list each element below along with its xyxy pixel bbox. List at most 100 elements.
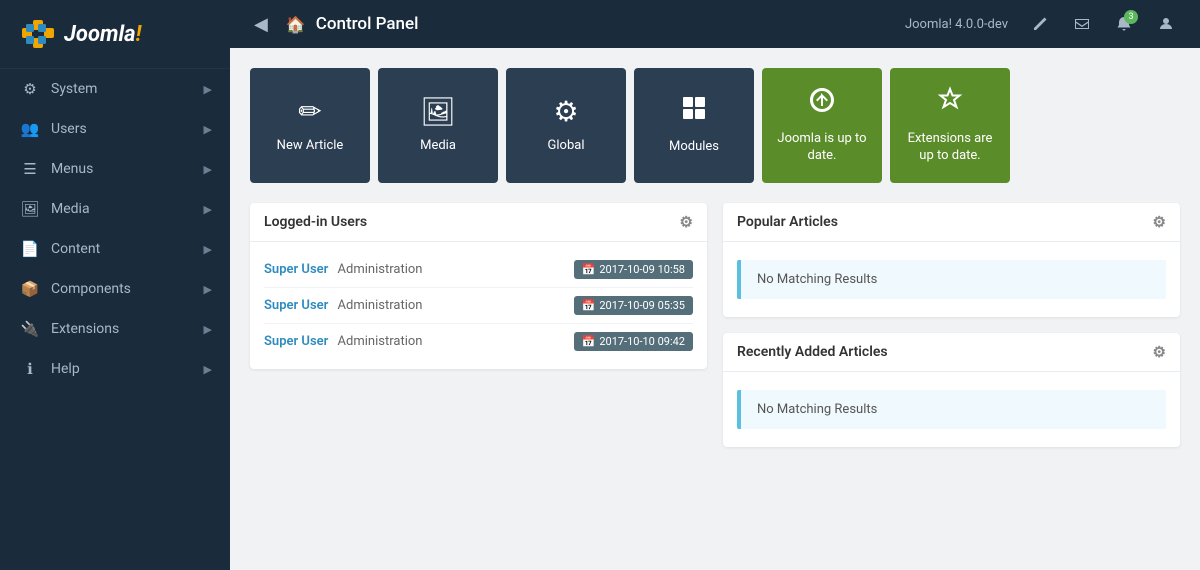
joomla-logo-text: Joomla!: [64, 22, 141, 47]
help-icon: ℹ: [21, 360, 39, 378]
version-label: Joomla! 4.0.0-dev: [905, 17, 1008, 32]
joomla-logo-icon: [16, 14, 56, 54]
chevron-right-icon: ▶: [204, 283, 212, 296]
calendar-icon: 📅: [582, 335, 596, 348]
user-name-1[interactable]: Super User: [264, 298, 328, 313]
logged-in-users-gear[interactable]: ⚙: [680, 213, 693, 231]
user-name-2[interactable]: Super User: [264, 334, 328, 349]
chevron-right-icon: ▶: [204, 163, 212, 176]
media-tile-label: Media: [420, 138, 456, 155]
topbar-right: Joomla! 4.0.0-dev 3: [905, 6, 1184, 42]
panels-row: Logged-in Users ⚙ Super User Administrat…: [250, 203, 1180, 463]
chevron-right-icon: ▶: [204, 83, 212, 96]
quick-links: ✏ New Article 🖼 Media ⚙ Global Modules: [250, 68, 1180, 183]
sidebar-item-extensions[interactable]: 🔌 Extensions ▶: [0, 309, 230, 349]
popular-articles-title: Popular Articles: [737, 214, 838, 230]
sidebar-item-components[interactable]: 📦 Components ▶: [0, 269, 230, 309]
calendar-icon: 📅: [582, 299, 596, 312]
system-icon: ⚙: [21, 80, 39, 98]
recently-added-header: Recently Added Articles ⚙: [723, 333, 1180, 372]
user-icon-button[interactable]: [1148, 6, 1184, 42]
menus-icon: ☰: [21, 160, 39, 178]
home-icon: 🏠: [286, 15, 306, 34]
user-row: Super User Administration 📅 2017-10-09 0…: [264, 288, 693, 324]
new-article-label: New Article: [277, 138, 344, 155]
user-timestamp-1: 📅 2017-10-09 05:35: [574, 296, 693, 315]
user-role-0: Administration: [338, 262, 423, 277]
envelope-icon: [1074, 16, 1090, 32]
sidebar-item-help[interactable]: ℹ Help ▶: [0, 349, 230, 389]
logged-in-users-panel: Logged-in Users ⚙ Super User Administrat…: [250, 203, 707, 463]
logged-in-users-card: Logged-in Users ⚙ Super User Administrat…: [250, 203, 707, 369]
extensions-update-label: Extensions are up to date.: [904, 131, 996, 165]
sidebar: Joomla! ⚙ System ▶ 👥 Users ▶ ☰ Menus ▶: [0, 0, 230, 570]
email-icon-button[interactable]: [1064, 6, 1100, 42]
recently-added-empty: No Matching Results: [737, 390, 1166, 429]
users-icon: 👥: [21, 120, 39, 138]
recently-added-gear[interactable]: ⚙: [1153, 343, 1166, 361]
sidebar-logo: Joomla!: [0, 0, 230, 69]
joomla-update-label: Joomla is up to date.: [776, 131, 868, 165]
logged-in-users-body: Super User Administration 📅 2017-10-09 1…: [250, 242, 707, 369]
notifications-button[interactable]: 3: [1106, 6, 1142, 42]
media-tile-icon: 🖼: [420, 95, 456, 128]
media-tile[interactable]: 🖼 Media: [378, 68, 498, 183]
sidebar-item-media[interactable]: 🖼 Media ▶: [0, 189, 230, 229]
notification-badge: 3: [1124, 10, 1138, 24]
user-row: Super User Administration 📅 2017-10-09 1…: [264, 252, 693, 288]
sidebar-item-content[interactable]: 📄 Content ▶: [0, 229, 230, 269]
components-icon: 📦: [21, 280, 39, 298]
popular-articles-gear[interactable]: ⚙: [1153, 213, 1166, 231]
popular-articles-panel: Popular Articles ⚙ No Matching Results: [723, 203, 1180, 317]
logged-in-users-title: Logged-in Users: [264, 214, 367, 230]
logged-in-users-header: Logged-in Users ⚙: [250, 203, 707, 242]
back-button[interactable]: ◀: [246, 10, 276, 39]
new-article-tile[interactable]: ✏ New Article: [250, 68, 370, 183]
chevron-right-icon: ▶: [204, 123, 212, 136]
sidebar-item-menus[interactable]: ☰ Menus ▶: [0, 149, 230, 189]
global-label: Global: [548, 138, 585, 155]
user-timestamp-2: 📅 2017-10-10 09:42: [574, 332, 693, 351]
sidebar-nav: ⚙ System ▶ 👥 Users ▶ ☰ Menus ▶ 🖼 Media: [0, 69, 230, 570]
calendar-icon: 📅: [582, 263, 596, 276]
recently-added-title: Recently Added Articles: [737, 344, 888, 360]
chevron-right-icon: ▶: [204, 243, 212, 256]
main-content: ◀ 🏠 Control Panel Joomla! 4.0.0-dev 3 ✏: [230, 0, 1200, 570]
chevron-right-icon: ▶: [204, 323, 212, 336]
modules-label: Modules: [669, 139, 719, 156]
user-role-1: Administration: [338, 298, 423, 313]
media-icon: 🖼: [21, 200, 39, 218]
extensions-update-tile[interactable]: Extensions are up to date.: [890, 68, 1010, 183]
modules-tile[interactable]: Modules: [634, 68, 754, 183]
extensions-update-icon: [936, 86, 964, 121]
joomla-update-icon: [808, 86, 836, 121]
chevron-right-icon: ▶: [204, 203, 212, 216]
right-panels: Popular Articles ⚙ No Matching Results R…: [723, 203, 1180, 463]
content-icon: 📄: [21, 240, 39, 258]
global-icon: ⚙: [553, 95, 578, 128]
modules-icon: [680, 94, 708, 129]
global-tile[interactable]: ⚙ Global: [506, 68, 626, 183]
extensions-icon: 🔌: [21, 320, 39, 338]
joomla-logo: Joomla!: [16, 14, 141, 54]
pencil-icon: [1032, 16, 1048, 32]
page-title: Control Panel: [316, 14, 895, 34]
popular-articles-empty: No Matching Results: [737, 260, 1166, 299]
popular-articles-header: Popular Articles ⚙: [723, 203, 1180, 242]
sidebar-item-system[interactable]: ⚙ System ▶: [0, 69, 230, 109]
new-article-icon: ✏: [298, 95, 321, 128]
user-icon: [1158, 16, 1174, 32]
user-timestamp-0: 📅 2017-10-09 10:58: [574, 260, 693, 279]
user-row: Super User Administration 📅 2017-10-10 0…: [264, 324, 693, 359]
recently-added-body: No Matching Results: [723, 372, 1180, 447]
popular-articles-body: No Matching Results: [723, 242, 1180, 317]
topbar: ◀ 🏠 Control Panel Joomla! 4.0.0-dev 3: [230, 0, 1200, 48]
content-area: ✏ New Article 🖼 Media ⚙ Global Modules: [230, 48, 1200, 570]
edit-icon-button[interactable]: [1022, 6, 1058, 42]
recently-added-panel: Recently Added Articles ⚙ No Matching Re…: [723, 333, 1180, 447]
user-name-0[interactable]: Super User: [264, 262, 328, 277]
sidebar-item-users[interactable]: 👥 Users ▶: [0, 109, 230, 149]
user-role-2: Administration: [338, 334, 423, 349]
chevron-right-icon: ▶: [204, 363, 212, 376]
joomla-update-tile[interactable]: Joomla is up to date.: [762, 68, 882, 183]
